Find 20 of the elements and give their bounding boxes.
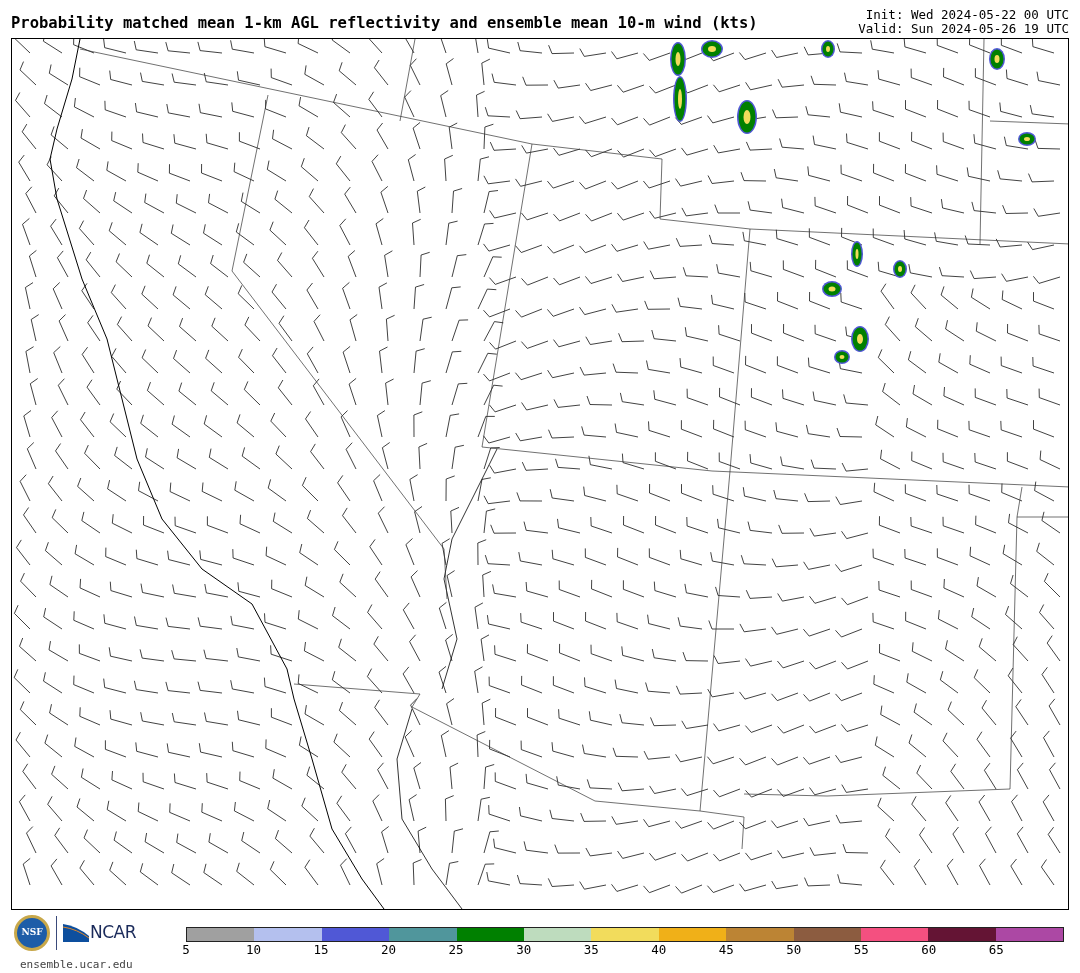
colorbar-tick-label: 40: [651, 943, 667, 956]
colorbar-tick-label: 25: [448, 943, 464, 956]
nsf-logo: NSF: [14, 914, 50, 951]
colorbar-tick-label: 50: [786, 943, 802, 956]
ncar-logo: NCAR: [63, 919, 137, 946]
colorbar-tick-label: 30: [516, 943, 532, 956]
plot-title: Probability matched mean 1-km AGL reflectivity and ensemble mean 10-m wind (kts): [11, 16, 758, 32]
colorbar-tick-label: 55: [853, 943, 869, 956]
colorbar-tick-label: 5: [182, 943, 190, 956]
colorbar-tick-label: 35: [583, 943, 599, 956]
swoosh-icon: [63, 923, 89, 942]
colorbar-tick-label: 15: [313, 943, 329, 956]
init-time: Init: Wed 2024-05-22 00 UTC: [865, 8, 1069, 22]
colorbar-tick-label: 20: [381, 943, 397, 956]
valid-time: Valid: Sun 2024-05-26 19 UTC: [858, 22, 1069, 36]
site-url: ensemble.ucar.edu: [20, 956, 134, 973]
colorbar-tick-label: 10: [246, 943, 262, 956]
colorbar-tick-label: 65: [988, 943, 1004, 956]
colorbar-tick-label: 45: [718, 943, 734, 956]
colorbar-tick-label: 60: [921, 943, 937, 956]
